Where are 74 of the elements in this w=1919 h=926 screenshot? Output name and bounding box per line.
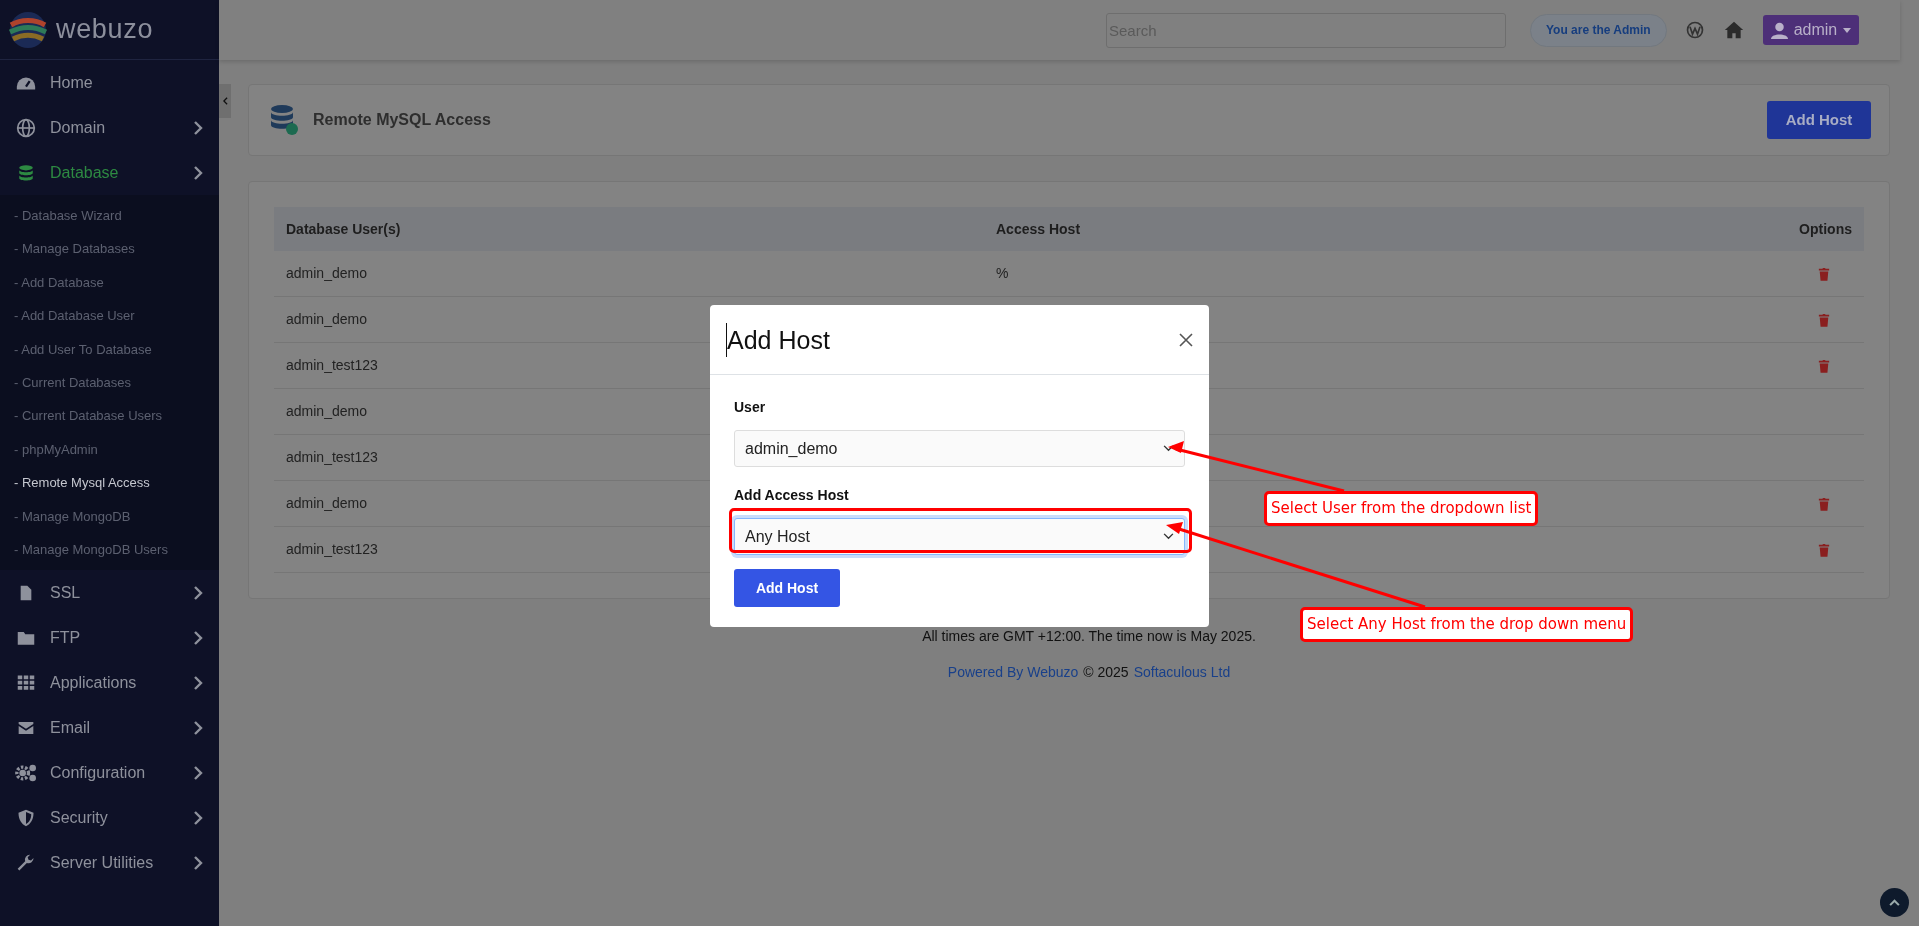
submenu-item[interactable]: - Manage MongoDB — [0, 499, 219, 533]
submenu-item[interactable]: - Add Database User — [0, 299, 219, 333]
column-header: Database User(s) — [286, 219, 401, 239]
submenu-item[interactable]: - Add Database — [0, 265, 219, 300]
wordpress-icon[interactable] — [1684, 20, 1705, 40]
sidebar-menu-item[interactable]: Applications — [0, 660, 219, 706]
add-host-submit-button[interactable]: Add Host — [734, 569, 840, 607]
sidebar-menu-item[interactable]: Domain — [0, 105, 219, 150]
sidebar-menu-item[interactable]: Security — [0, 795, 219, 841]
submenu-item[interactable]: - Current Database Users — [0, 399, 219, 433]
chevron-icon — [1163, 533, 1174, 540]
caret-icon — [1889, 899, 1900, 906]
table-cell-text: admin_demo — [286, 402, 367, 421]
trash-icon[interactable] — [1818, 358, 1830, 373]
table-cell-text: admin_test123 — [286, 540, 378, 559]
trash-icon[interactable] — [1818, 496, 1830, 511]
trash-icon[interactable] — [1818, 312, 1830, 327]
close-icon[interactable] — [1179, 332, 1193, 347]
chevron-icon — [222, 97, 228, 105]
trash-icon[interactable] — [1818, 266, 1830, 281]
table-cell-text: admin_test123 — [286, 448, 378, 467]
select-dropdown[interactable]: admin_demo — [734, 430, 1185, 467]
logo-text: webuzo — [56, 13, 154, 47]
scroll-top-button[interactable] — [1880, 888, 1909, 917]
sidebar-menu-item[interactable]: Home — [0, 60, 219, 105]
caret-icon — [1843, 27, 1852, 33]
submenu-item[interactable]: - Database Wizard — [0, 199, 219, 233]
add-host-button[interactable]: Add Host — [1767, 101, 1871, 139]
chevron-icon — [193, 674, 203, 691]
chevron-icon — [193, 584, 203, 601]
trash-icon[interactable] — [1818, 542, 1830, 557]
chevron-icon — [193, 629, 203, 646]
sidebar-menu-item[interactable]: FTP — [0, 615, 219, 661]
database-icon — [269, 104, 299, 136]
user-menu-button[interactable]: admin — [1762, 15, 1860, 45]
column-header: Access Host — [996, 219, 1081, 239]
sidebar-menu-item[interactable]: Email — [0, 705, 219, 751]
logo-icon — [8, 9, 48, 50]
timezone-note: All times are GMT +12:00. The time now is May 2025. — [921, 627, 1257, 646]
annotation-callout: Select Any Host from the drop down menu — [1300, 607, 1634, 642]
copyright-text: © 2025 — [1083, 663, 1129, 682]
table-cell-text: admin_test123 — [286, 356, 378, 375]
collapse-tab[interactable] — [219, 84, 231, 118]
chevron-icon — [193, 809, 203, 826]
submenu-item[interactable]: - Add User To Database — [0, 332, 219, 366]
admin-badge: You are the Admin — [1530, 13, 1667, 47]
table-cell-text: admin_demo — [286, 264, 367, 283]
user-icon — [1770, 21, 1788, 39]
table-cell-text: admin_demo — [286, 310, 367, 329]
submenu-item[interactable]: - Remote Mysql Access — [0, 466, 219, 500]
globe-icon — [14, 117, 38, 138]
table-cell-text: admin_demo — [286, 494, 367, 513]
chevron-icon — [193, 119, 203, 136]
sidebar-menu-item[interactable]: Configuration — [0, 750, 219, 796]
dialog-title: Add Host — [726, 322, 1179, 357]
home-icon[interactable] — [1722, 20, 1745, 40]
field-label: User — [734, 398, 767, 417]
submenu-item[interactable]: - Current Databases — [0, 365, 219, 400]
submenu-item[interactable]: - Manage MongoDB Users — [0, 532, 219, 567]
sidebar-menu-item[interactable]: Database — [0, 150, 219, 195]
chevron-icon — [193, 719, 203, 736]
chevron-icon — [193, 164, 203, 181]
table-cell-text: % — [996, 264, 1009, 283]
gears-icon — [14, 762, 38, 783]
submenu-item[interactable]: - phpMyAdmin — [0, 432, 219, 467]
sidebar-menu-item[interactable]: SSL — [0, 570, 219, 616]
page-title: Remote MySQL Access — [313, 110, 492, 130]
column-header: Options — [1799, 219, 1852, 239]
chevron-icon — [193, 854, 203, 871]
submenu-item[interactable]: - Manage Databases — [0, 232, 219, 266]
sidebar-menu-item[interactable]: Server Utilities — [0, 840, 219, 886]
chevron-icon — [193, 764, 203, 781]
annotation-callout: Select User from the dropdown list — [1264, 491, 1539, 526]
field-label: Add Access Host — [734, 486, 850, 505]
